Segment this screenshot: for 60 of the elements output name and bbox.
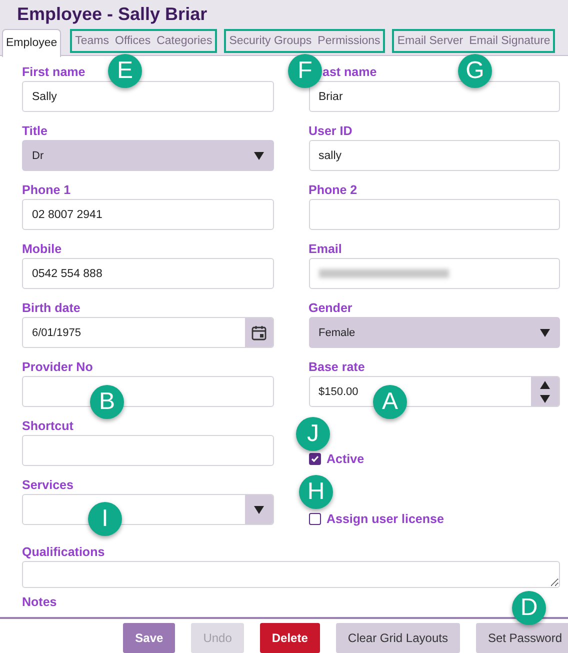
field-label: ast name <box>322 64 377 81</box>
dropdown[interactable] <box>22 494 274 525</box>
field-label: Phone 2 <box>308 182 358 199</box>
callout-marker: J <box>296 417 330 451</box>
field-label: User ID <box>308 123 352 140</box>
field-label: Email <box>308 241 342 258</box>
tab[interactable]: Teams <box>72 33 112 49</box>
check-icon <box>310 455 318 463</box>
callout-marker: B <box>90 385 124 419</box>
text-field[interactable] <box>22 435 274 466</box>
tab[interactable]: Categories <box>154 33 216 49</box>
action-button[interactable]: Clear Grid Layouts <box>336 623 460 653</box>
field-label: Title <box>22 123 48 140</box>
checkbox[interactable] <box>308 453 320 465</box>
tab[interactable]: Offices <box>112 33 154 49</box>
window-title: Employee - Sally Briar <box>17 3 208 26</box>
text-field[interactable]: sally <box>308 140 560 171</box>
field-label: First name <box>22 64 86 81</box>
callout-marker: F <box>288 54 322 88</box>
field-label: Provider No <box>22 359 93 376</box>
tab[interactable]: Security Groups <box>226 33 315 49</box>
text-field[interactable]: 0542 554 888 <box>22 258 274 289</box>
tab[interactable]: Employee <box>2 28 62 56</box>
dropdown[interactable]: Dr <box>22 140 274 171</box>
text-field[interactable] <box>308 199 560 230</box>
text-field[interactable]: 02 8007 2941 <box>22 199 274 230</box>
checkbox-label: Active <box>326 452 364 466</box>
field-label: Shortcut <box>22 418 74 435</box>
text-field[interactable]: Briar <box>308 81 560 112</box>
tab[interactable]: Email Signature <box>466 33 554 49</box>
callout-marker: I <box>88 502 122 536</box>
text-area[interactable] <box>22 561 560 588</box>
field-label: Mobile <box>22 241 62 258</box>
dropdown-arrow-icon <box>254 506 264 514</box>
field-label: Gender <box>308 300 352 317</box>
checkbox-label: Assign user license <box>326 512 444 526</box>
text-field[interactable] <box>22 376 274 407</box>
email-field[interactable] <box>308 258 560 289</box>
calendar-icon <box>250 324 266 340</box>
action-button[interactable]: Save <box>123 623 176 653</box>
action-button[interactable]: Set Password <box>476 623 568 653</box>
tab[interactable]: Permissions <box>314 33 384 49</box>
dropdown-arrow-icon <box>540 328 550 336</box>
spinner-arrows-icon <box>540 380 550 402</box>
field-label: Base rate <box>308 359 365 376</box>
field-label: Notes <box>22 595 57 609</box>
text-field[interactable]: Sally <box>22 81 274 112</box>
tab[interactable]: Email Server <box>394 33 466 49</box>
dropdown-arrow-icon <box>254 152 264 160</box>
callout-marker: D <box>512 591 546 625</box>
callout-marker: H <box>299 475 333 509</box>
checkbox[interactable] <box>308 513 320 525</box>
field-label: Phone 1 <box>22 182 71 199</box>
action-button[interactable]: Delete <box>260 623 320 653</box>
callout-marker: A <box>373 385 407 419</box>
dropdown[interactable]: Female <box>308 317 560 348</box>
field-label: Birth date <box>22 300 80 317</box>
date-field[interactable]: 6/01/1975 <box>22 317 274 348</box>
field-label: Qualifications <box>22 544 105 561</box>
field-label: Services <box>22 477 74 494</box>
